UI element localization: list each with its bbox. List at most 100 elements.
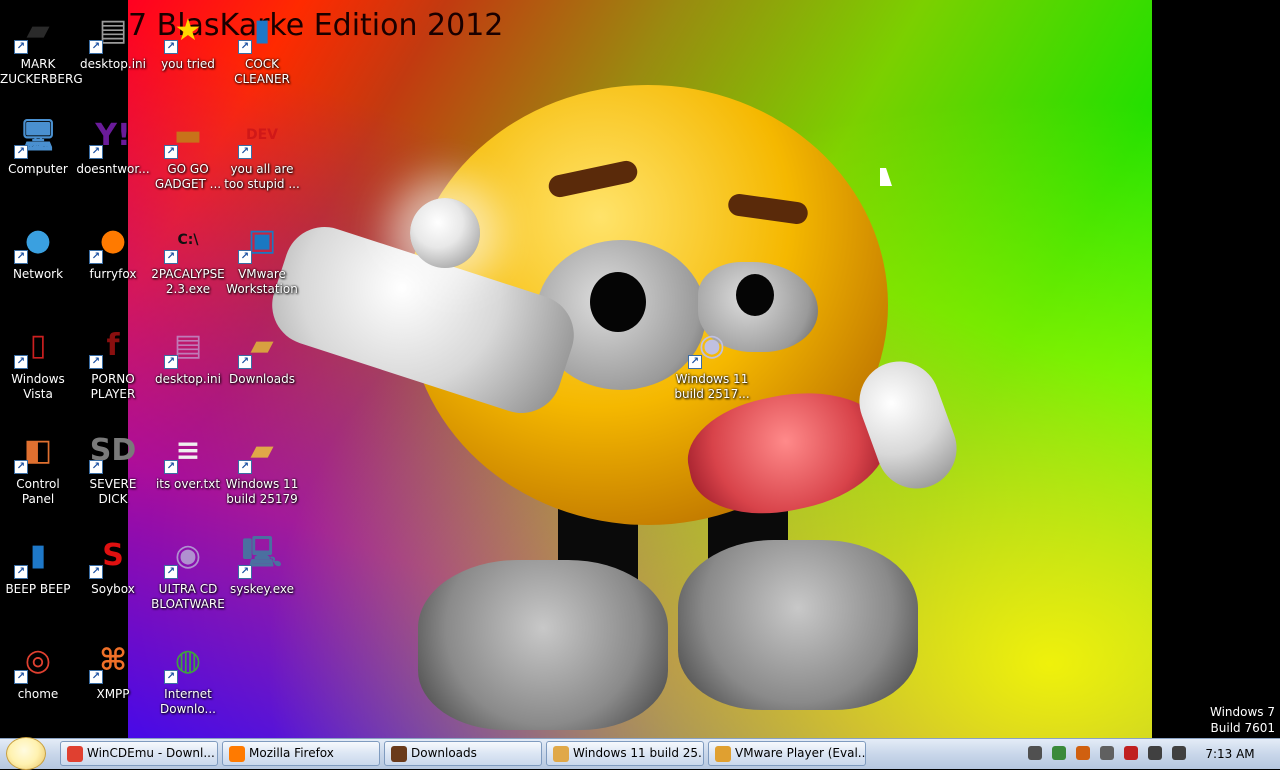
cd-icon: ◉ ↗ [164, 531, 212, 579]
clock[interactable]: 7:13 AM [1190, 739, 1270, 769]
yahoo-messenger-icon: Y! ↗ [89, 111, 137, 159]
desktop-icon-you-all-are-too-stupid[interactable]: DEV ↗ you all are too stupid ... [224, 105, 300, 205]
desktop-icon-go-go-gadget[interactable]: ▬ ↗ GO GO GADGET ... [150, 105, 226, 205]
desktop-icon-chome[interactable]: ◎ ↗ chome [0, 630, 76, 730]
folder-icon [391, 746, 407, 762]
chrome-icon [67, 746, 83, 762]
downloads-folder-icon: ▰ ↗ [238, 321, 286, 369]
desktop-icon-label: Windows 11 build 2517... [674, 372, 750, 401]
desktop-icon-cock-cleaner[interactable]: ▮ ↗ COCK CLEANER [224, 0, 300, 100]
shortcut-arrow-icon: ↗ [238, 250, 252, 264]
desktop-icon-severe-dick[interactable]: SD ↗ SEVERE DICK [75, 420, 151, 520]
shortcut-arrow-icon: ↗ [14, 40, 28, 54]
search-tray-icon[interactable] [1076, 746, 1090, 760]
taskbar-button[interactable]: Windows 11 build 25... [546, 741, 704, 766]
desktop-icon-label: COCK CLEANER [234, 57, 290, 86]
shortcut-arrow-icon: ↗ [164, 565, 178, 579]
shortcut-arrow-icon: ↗ [14, 145, 28, 159]
desktop-icon-label: Network [12, 267, 64, 281]
desktop-icon-label: you all are too stupid ... [224, 162, 300, 191]
desktop-icon-windows-vista[interactable]: ▯ ↗ Windows Vista [0, 315, 76, 415]
smiley-shoe [418, 560, 668, 730]
smiley-orb [410, 198, 480, 268]
desktop-icon-its-over[interactable]: ≡ ↗ its over.txt [150, 420, 226, 520]
desktop-icon-label: furryfox [89, 267, 137, 281]
taskbar-button-label: Downloads [411, 746, 477, 760]
desktop-icon-label: desktop.ini [155, 372, 221, 386]
control-panel-icon: ◧ ↗ [14, 426, 62, 474]
xampp-icon: ⌘ ↗ [89, 636, 137, 684]
display-tray-icon[interactable] [1148, 746, 1162, 760]
smiley-pupil [736, 274, 774, 316]
smiley-shoe [678, 540, 918, 710]
desktop-icon-label: 2PACALYPSE 2.3.exe [151, 267, 225, 296]
desktop-icon-ultra-cd-bloatware[interactable]: ◉ ↗ ULTRA CD BLOATWARE [150, 525, 226, 625]
shortcut-arrow-icon: ↗ [14, 460, 28, 474]
shortcut-arrow-icon: ↗ [238, 565, 252, 579]
desktop-icon-label: syskey.exe [229, 582, 294, 596]
desktop-icon-porno-player[interactable]: f ↗ PORNO PLAYER [75, 315, 151, 415]
network-tray-icon[interactable] [1052, 746, 1066, 760]
shortcut-arrow-icon: ↗ [14, 565, 28, 579]
desktop-icon-xmpp[interactable]: ⌘ ↗ XMPP [75, 630, 151, 730]
taskbar-button[interactable]: Downloads [384, 741, 542, 766]
command-prompt-icon: C:\ ↗ [164, 216, 212, 264]
desktop-icon-desktop-ini-1[interactable]: ▤ ↗ desktop.ini [75, 0, 151, 100]
desktop-icon-label: you tried [161, 57, 215, 71]
shortcut-arrow-icon: ↗ [89, 355, 103, 369]
volume-tray-icon[interactable] [1172, 746, 1186, 760]
desktop-icon-label: ULTRA CD BLOATWARE [151, 582, 225, 611]
desktop-icon-furryfox[interactable]: ● ↗ furryfox [75, 210, 151, 310]
watermark-line-1: Windows 7 [1209, 705, 1275, 719]
desktop-icon-vmware-workstation[interactable]: ▣ ↗ VMware Workstation [224, 210, 300, 310]
taskbar-button-label: VMware Player (Eval... [735, 746, 866, 760]
shortcut-arrow-icon: ↗ [238, 145, 252, 159]
desktop-icon-label: GO GO GADGET ... [154, 162, 222, 191]
window-tray-icon[interactable] [1028, 746, 1042, 760]
text-file-icon: ≡ ↗ [164, 426, 212, 474]
desktop-icon-internet-download[interactable]: ◍ ↗ Internet Downlo... [150, 630, 226, 730]
desktop-icon-beep-beep[interactable]: ▮ ↗ BEEP BEEP [0, 525, 76, 625]
shortcut-arrow-icon: ↗ [688, 355, 702, 369]
ini-file-icon: ▤ ↗ [164, 321, 212, 369]
folder-icon [553, 746, 569, 762]
syskey-computer-icon: 🖳 ↗ [238, 531, 286, 579]
desktop-icon-2pacalypse[interactable]: C:\ ↗ 2PACALYPSE 2.3.exe [150, 210, 226, 310]
taskbar-button-label: Windows 11 build 25... [573, 746, 704, 760]
desktop-icon-you-tried[interactable]: ★ ↗ you tried [150, 0, 226, 100]
shortcut-arrow-icon: ↗ [238, 40, 252, 54]
desktop-icon-syskey[interactable]: 🖳 ↗ syskey.exe [224, 525, 300, 625]
shortcut-arrow-icon: ↗ [89, 670, 103, 684]
firefox-icon: ● ↗ [89, 216, 137, 264]
minus-tray-icon[interactable] [1100, 746, 1114, 760]
desktop-icon-mark-zuckerberg[interactable]: ▰ ↗ MARK ZUCKERBERG [0, 0, 83, 100]
folder-icon: ▰ ↗ [238, 426, 286, 474]
taskbar-button[interactable]: VMware Player (Eval... [708, 741, 866, 766]
desktop-icon-downloads[interactable]: ▰ ↗ Downloads [224, 315, 300, 415]
shortcut-arrow-icon: ↗ [89, 250, 103, 264]
blue-slab-icon: ▮ ↗ [14, 531, 62, 579]
folder-person-icon: ▰ ↗ [14, 6, 62, 54]
desktop-icon-label: Control Panel [16, 477, 60, 506]
shortcut-arrow-icon: ↗ [14, 250, 28, 264]
action-center-tray-icon[interactable] [1124, 746, 1138, 760]
shortcut-arrow-icon: ↗ [89, 565, 103, 579]
desktop-icon-windows-11-iso[interactable]: ◉ ↗ Windows 11 build 2517... [674, 315, 750, 415]
desktop-icon-computer[interactable]: 🖥 ↗ Computer [0, 105, 76, 205]
start-orb-icon[interactable] [6, 737, 46, 770]
shortcut-arrow-icon: ↗ [164, 460, 178, 474]
desktop-icon-desktop-ini-2[interactable]: ▤ ↗ desktop.ini [150, 315, 226, 415]
desktop-icon-doesntwork[interactable]: Y! ↗ doesntwor... [75, 105, 151, 205]
blue-slab-icon: ▮ ↗ [238, 6, 286, 54]
s-logo-icon: S ↗ [89, 531, 137, 579]
idm-globe-icon: ◍ ↗ [164, 636, 212, 684]
desktop-icon-network[interactable]: ● ↗ Network [0, 210, 76, 310]
desktop-icon-soybox[interactable]: S ↗ Soybox [75, 525, 151, 625]
taskbar-button[interactable]: WinCDEmu - Downl... [60, 741, 218, 766]
watermark-line-2: Build 7601 [1210, 721, 1275, 735]
desktop-icon-label: Soybox [91, 582, 135, 596]
desktop-icon-windows-11-folder[interactable]: ▰ ↗ Windows 11 build 25179 [224, 420, 300, 520]
desktop-icon-control-panel[interactable]: ◧ ↗ Control Panel [0, 420, 76, 520]
desktop-icon-label: doesntwor... [76, 162, 150, 176]
taskbar-button[interactable]: Mozilla Firefox [222, 741, 380, 766]
